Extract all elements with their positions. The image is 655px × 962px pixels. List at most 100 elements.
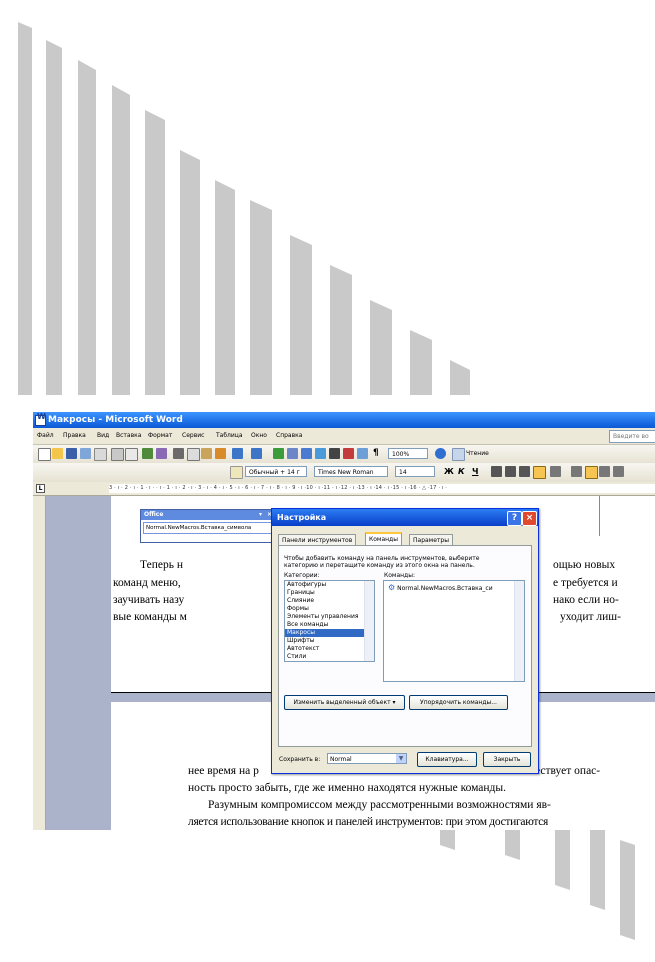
email-icon[interactable] bbox=[94, 448, 107, 461]
list-item[interactable]: Автофигуры bbox=[285, 581, 374, 589]
modify-button-label: Изменить выделенный объект bbox=[293, 699, 391, 706]
save-in-label: Сохранить в: bbox=[279, 756, 321, 763]
tab-selector-icon[interactable]: L bbox=[36, 484, 45, 493]
open-icon[interactable] bbox=[52, 448, 63, 459]
doc-line: Теперь н bbox=[140, 559, 183, 571]
font-select[interactable]: Times New Roman bbox=[314, 466, 388, 477]
doc-line: заучивать назу bbox=[113, 594, 185, 606]
align-right-icon[interactable] bbox=[519, 466, 530, 477]
drawing-icon[interactable] bbox=[343, 448, 354, 459]
decrease-indent-icon[interactable] bbox=[599, 466, 610, 477]
undo-icon[interactable] bbox=[232, 448, 243, 459]
list-item[interactable]: ⚙ Normal.NewMacros.Вставка_си bbox=[384, 581, 524, 595]
redo-icon[interactable] bbox=[251, 448, 262, 459]
list-item[interactable]: Слияние bbox=[285, 597, 374, 605]
menu-edit[interactable]: Правка bbox=[63, 432, 86, 439]
increase-indent-icon[interactable] bbox=[613, 466, 624, 477]
print-preview-icon[interactable] bbox=[125, 448, 138, 461]
insert-excel-icon[interactable] bbox=[315, 448, 326, 459]
list-item[interactable]: Шрифты bbox=[285, 637, 374, 645]
tables-borders-icon[interactable] bbox=[287, 448, 298, 459]
print-icon[interactable] bbox=[111, 448, 124, 461]
office-clipboard-pane: Office ▾ × Normal.NewMacros.Вставка_симв… bbox=[140, 509, 277, 543]
list-item[interactable]: Границы bbox=[285, 589, 374, 597]
line-spacing-icon[interactable] bbox=[550, 466, 561, 477]
horizontal-ruler[interactable]: L 3 · ı · 2 · ı · 1 · ı · · ı · 1 · ı · … bbox=[33, 482, 655, 496]
dialog-title: Настройка bbox=[277, 513, 327, 522]
align-center-icon[interactable] bbox=[505, 466, 516, 477]
list-item[interactable]: Автотекст bbox=[285, 645, 374, 653]
paste-icon[interactable] bbox=[201, 448, 212, 459]
align-left-icon[interactable] bbox=[491, 466, 502, 477]
close-button[interactable]: × bbox=[522, 511, 537, 526]
permission-icon[interactable] bbox=[80, 448, 91, 459]
menu-file[interactable]: Файл bbox=[37, 432, 54, 439]
window-title: Макросы - Microsoft Word bbox=[48, 415, 183, 425]
underline-button[interactable]: Ч bbox=[472, 466, 478, 478]
save-in-select[interactable]: Normal ▼ bbox=[327, 753, 407, 764]
font-size-select[interactable]: 14 bbox=[395, 466, 435, 477]
cut-icon[interactable] bbox=[173, 448, 184, 459]
list-item[interactable]: Элементы управления bbox=[285, 613, 374, 621]
research-icon[interactable] bbox=[156, 448, 167, 459]
keyboard-button[interactable]: Клавиатура... bbox=[417, 752, 477, 767]
zoom-select[interactable]: 100% bbox=[388, 448, 428, 459]
italic-button[interactable]: К bbox=[458, 466, 465, 478]
list-item[interactable]: Стили bbox=[285, 653, 374, 661]
bullets-icon[interactable] bbox=[585, 466, 598, 479]
style-select[interactable]: Обычный + 14 г bbox=[245, 466, 307, 477]
columns-icon[interactable] bbox=[329, 448, 340, 459]
chevron-down-icon[interactable]: ▼ bbox=[396, 754, 406, 763]
close-dialog-button[interactable]: Закрыть bbox=[483, 752, 531, 767]
menu-tools[interactable]: Сервис bbox=[182, 432, 204, 439]
justify-icon[interactable] bbox=[533, 466, 546, 479]
commands-scrollbar[interactable] bbox=[514, 581, 524, 681]
chevron-down-icon[interactable]: ▾ bbox=[259, 510, 262, 520]
commands-list[interactable]: ⚙ Normal.NewMacros.Вставка_си bbox=[383, 580, 525, 682]
doc-line: ность просто забыть, где же именно наход… bbox=[188, 782, 507, 794]
help-search-input[interactable]: Введите во bbox=[609, 430, 655, 443]
menu-format[interactable]: Формат bbox=[148, 432, 172, 439]
categories-scrollbar[interactable] bbox=[364, 581, 374, 661]
hyperlink-icon[interactable] bbox=[273, 448, 284, 459]
menu-help[interactable]: Справка bbox=[276, 432, 302, 439]
rearrange-commands-button[interactable]: Упорядочить команды... bbox=[409, 695, 508, 710]
help-button[interactable]: ? bbox=[507, 511, 522, 526]
list-item-selected[interactable]: Макросы bbox=[285, 629, 374, 637]
format-painter-icon[interactable] bbox=[215, 448, 226, 459]
hint-text: Чтобы добавить команду на панель инструм… bbox=[284, 555, 480, 562]
customize-dialog: Настройка ? × Панели инструментов Команд… bbox=[271, 508, 539, 774]
vertical-ruler[interactable] bbox=[33, 496, 46, 830]
numbering-icon[interactable] bbox=[571, 466, 582, 477]
modify-selection-button[interactable]: Изменить выделенный объект ▾ bbox=[284, 695, 405, 710]
categories-list[interactable]: Автофигуры Границы Слияние Формы Элемент… bbox=[284, 580, 375, 662]
styles-icon[interactable] bbox=[230, 466, 243, 479]
doc-line: е требуется и bbox=[553, 577, 618, 589]
reading-icon[interactable] bbox=[452, 448, 465, 461]
bold-button[interactable]: Ж bbox=[444, 466, 454, 478]
copy-icon[interactable] bbox=[187, 448, 200, 461]
doc-line: нако если но- bbox=[553, 594, 619, 606]
insert-table-icon[interactable] bbox=[301, 448, 312, 459]
word-icon bbox=[35, 412, 46, 426]
save-icon[interactable] bbox=[66, 448, 77, 459]
spelling-icon[interactable] bbox=[142, 448, 153, 459]
clipboard-item[interactable]: Normal.NewMacros.Вставка_символа bbox=[143, 522, 274, 534]
help-icon[interactable] bbox=[435, 448, 446, 459]
office-pane-header: Office ▾ × bbox=[141, 510, 276, 520]
title-bar: Макросы - Microsoft Word bbox=[33, 412, 655, 428]
menu-window[interactable]: Окно bbox=[251, 432, 267, 439]
new-icon[interactable] bbox=[38, 448, 51, 461]
list-item[interactable]: Формы bbox=[285, 605, 374, 613]
standard-toolbar: ¶ 100% Чтение bbox=[33, 445, 655, 465]
ruler-numbers: 3 · ı · 2 · ı · 1 · ı · · ı · 1 · ı · 2 … bbox=[109, 485, 448, 491]
list-item[interactable]: Все команды bbox=[285, 621, 374, 629]
reading-mode-label[interactable]: Чтение bbox=[466, 448, 489, 460]
menu-view[interactable]: Вид bbox=[97, 432, 109, 439]
document-map-icon[interactable] bbox=[357, 448, 368, 459]
commands-panel: Чтобы добавить команду на панель инструм… bbox=[278, 545, 532, 747]
menu-insert[interactable]: Вставка bbox=[116, 432, 141, 439]
doc-line: команд меню, bbox=[113, 577, 181, 589]
menu-table[interactable]: Таблица bbox=[216, 432, 243, 439]
show-formatting-icon[interactable]: ¶ bbox=[373, 448, 384, 459]
